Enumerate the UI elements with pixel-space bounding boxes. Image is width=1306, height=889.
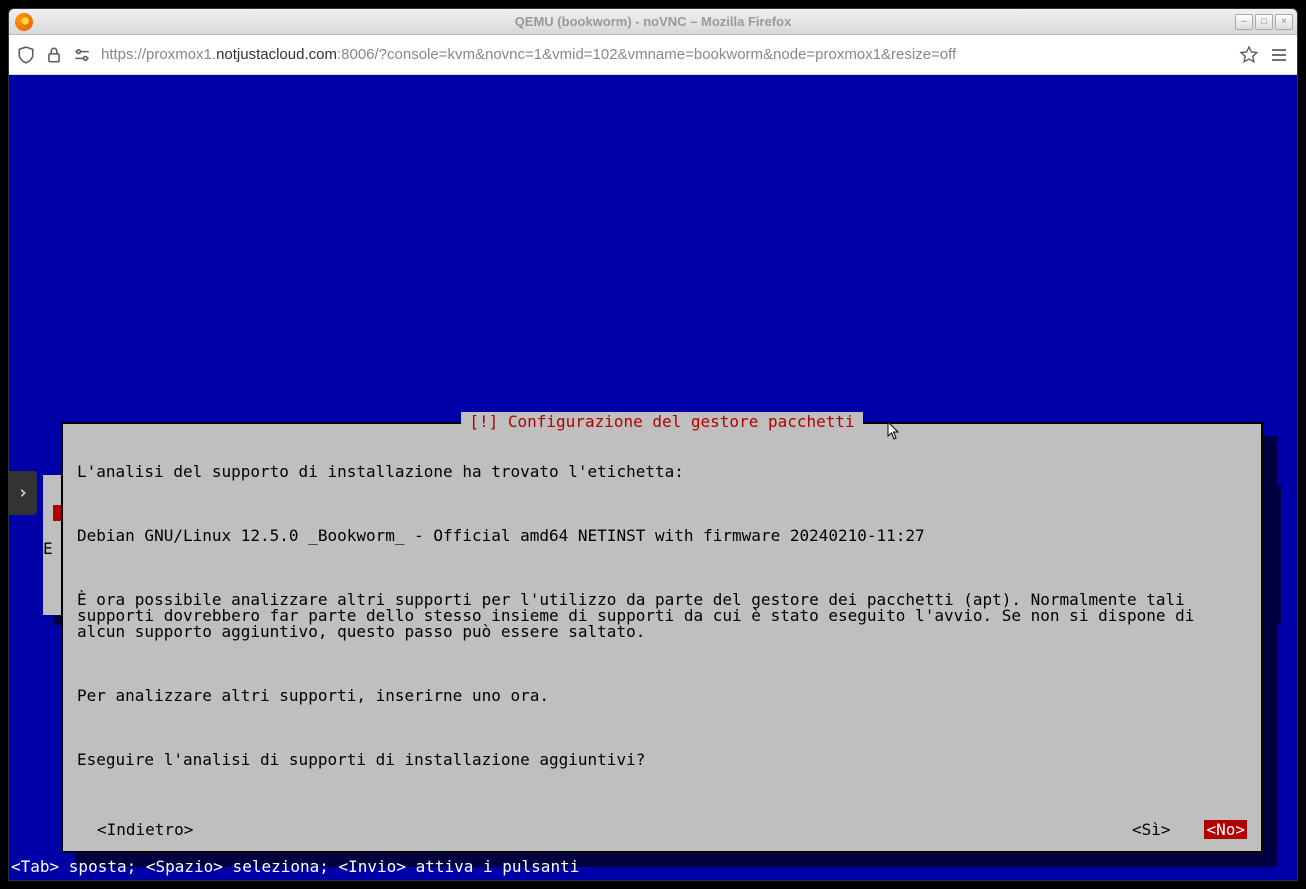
url-text[interactable]: https://proxmox1.notjustacloud.com:8006/… [101,46,1229,63]
window-title: QEMU (bookworm) - noVNC – Mozilla Firefo… [9,14,1297,29]
dialog-text-5: Eseguire l'analisi di supporti di instal… [77,752,1247,768]
vnc-canvas[interactable]: E [!] Configurazione del gestore pacchet… [9,75,1297,880]
firefox-icon [15,13,33,31]
minimize-button[interactable]: – [1235,14,1253,30]
yes-button[interactable]: <Sì> [1132,820,1171,839]
url-domain: notjustacloud.com [216,46,337,63]
window-titlebar: QEMU (bookworm) - noVNC – Mozilla Firefo… [9,9,1297,35]
dialog-buttons: <Indietro> <Sì> <No> [63,816,1261,839]
dialog-text-4: Per analizzare altri supporti, inserirne… [77,688,1247,704]
address-bar: https://proxmox1.notjustacloud.com:8006/… [9,35,1297,75]
dialog-text-2: Debian GNU/Linux 12.5.0 _Bookworm_ - Off… [77,528,1247,544]
maximize-button[interactable]: □ [1255,14,1273,30]
novnc-handle[interactable] [9,471,37,515]
url-prefix: https://proxmox1. [101,46,216,63]
bookmark-star-icon[interactable] [1239,45,1259,65]
dialog-text-3: È ora possibile analizzare altri support… [77,592,1247,640]
close-button[interactable]: × [1275,14,1293,30]
shield-icon[interactable] [17,46,35,64]
dialog-text-1: L'analisi del supporto di installazione … [77,464,1247,480]
firefox-window: QEMU (bookworm) - noVNC – Mozilla Firefo… [8,8,1298,881]
lock-icon[interactable] [45,46,63,64]
dialog-title: [!] Configurazione del gestore pacchetti [461,412,862,431]
no-button[interactable]: <No> [1204,820,1247,839]
url-suffix: :8006/?console=kvm&novnc=1&vmid=102&vmna… [337,46,956,63]
menu-icon[interactable] [1269,45,1289,65]
window-controls: – □ × [1235,14,1293,30]
installer-dialog: [!] Configurazione del gestore pacchetti… [61,422,1263,853]
dialog-body: L'analisi del supporto di installazione … [63,428,1261,816]
background-dialog-text: E [43,539,53,558]
back-button[interactable]: <Indietro> [97,820,193,839]
permissions-icon[interactable] [73,46,91,64]
help-bar: <Tab> sposta; <Spazio> seleziona; <Invio… [11,857,579,876]
